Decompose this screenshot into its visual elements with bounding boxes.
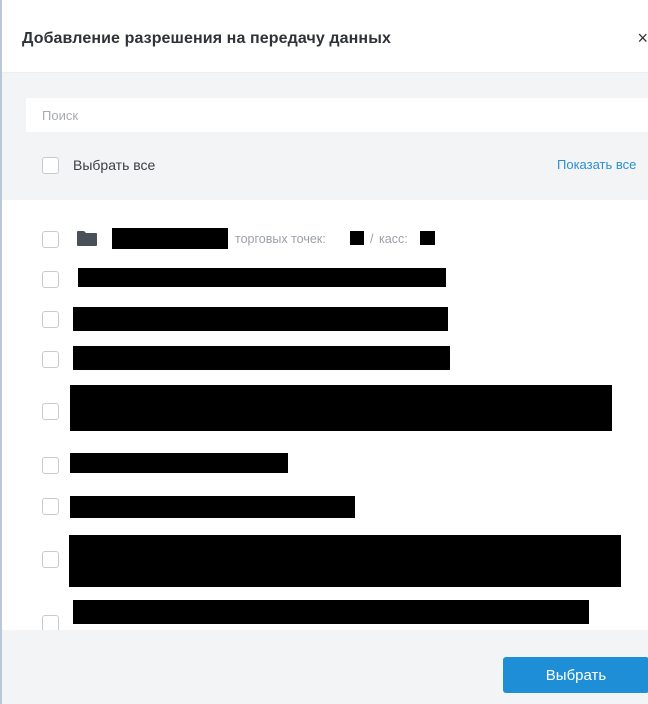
redacted-item-name: [70, 385, 612, 431]
list-item-checkbox[interactable]: [42, 271, 59, 288]
close-icon[interactable]: ×: [637, 28, 648, 49]
list-item[interactable]: [2, 448, 648, 480]
select-button[interactable]: Выбрать: [503, 657, 648, 693]
list-item[interactable]: [2, 344, 648, 380]
list-item-checkbox[interactable]: [42, 615, 59, 630]
dialog-title: Добавление разрешения на передачу данных: [22, 30, 391, 47]
count-separator: /: [370, 232, 374, 246]
list-item-checkbox[interactable]: [42, 311, 59, 328]
list-item-checkbox[interactable]: [42, 551, 59, 568]
permission-list: торговых точек: / касс:: [2, 200, 648, 630]
redacted-item-name: [78, 268, 446, 287]
show-all-link[interactable]: Показать все: [557, 157, 636, 172]
list-item[interactable]: [2, 598, 648, 630]
redacted-item-name: [73, 346, 450, 370]
list-item[interactable]: [2, 384, 648, 432]
list-item[interactable]: [2, 260, 648, 296]
dialog-header: Добавление разрешения на передачу данных…: [2, 0, 648, 73]
redacted-stores-count: [350, 231, 364, 245]
search-input[interactable]: [26, 98, 648, 132]
redacted-item-name: [70, 453, 288, 473]
redacted-item-name: [70, 496, 355, 518]
redacted-item-name: [69, 535, 621, 587]
select-all-checkbox[interactable]: [42, 157, 59, 174]
dialog: Добавление разрешения на передачу данных…: [0, 0, 648, 704]
list-item-checkbox[interactable]: [42, 403, 59, 420]
list-item-checkbox[interactable]: [42, 231, 59, 248]
registers-label: касс:: [379, 232, 408, 246]
select-all-label: Выбрать все: [73, 157, 156, 173]
redacted-item-name: [73, 600, 589, 624]
stores-label: торговых точек:: [235, 232, 326, 246]
list-item[interactable]: [2, 534, 648, 590]
redacted-item-name: [73, 307, 448, 331]
list-item-checkbox[interactable]: [42, 351, 59, 368]
folder-icon: [77, 231, 97, 246]
list-item-group[interactable]: торговых точек: / касс:: [2, 200, 648, 250]
list-item-checkbox[interactable]: [42, 498, 59, 515]
list-item[interactable]: [2, 302, 648, 338]
redacted-group-name: [112, 228, 228, 249]
list-item-checkbox[interactable]: [42, 457, 59, 474]
redacted-registers-count: [420, 231, 435, 245]
list-item[interactable]: [2, 492, 648, 524]
